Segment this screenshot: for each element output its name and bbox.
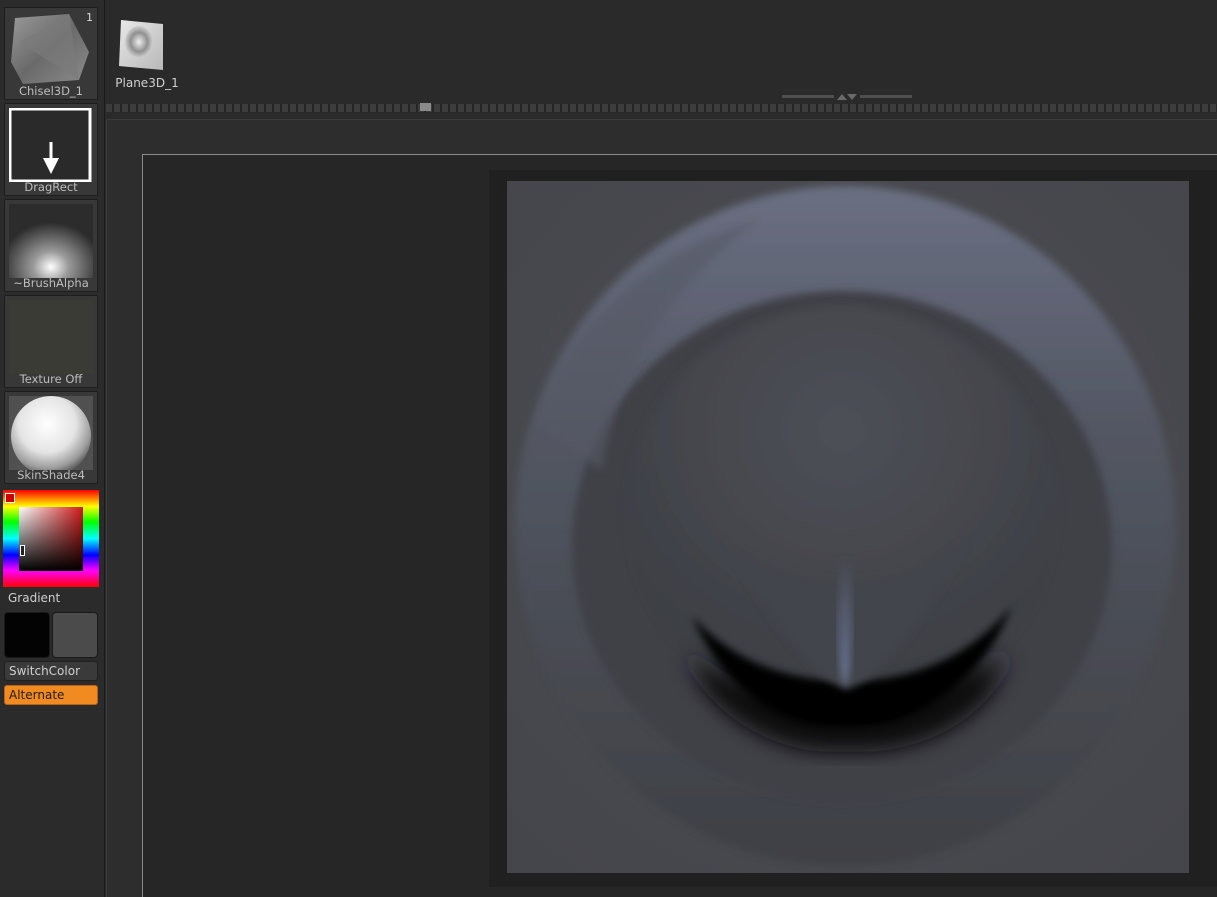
brush-alpha-icon — [9, 204, 93, 278]
gradient-toggle[interactable]: Gradient — [4, 589, 98, 609]
main-color-swatch[interactable] — [4, 612, 50, 658]
shelf-handle[interactable] — [420, 103, 431, 111]
collapse-arrows-icon — [837, 94, 857, 100]
texture-slot[interactable]: Texture Off — [4, 295, 98, 388]
splitter-grip[interactable] — [782, 93, 912, 100]
texture-off-swatch — [9, 300, 93, 374]
hue-marker[interactable] — [5, 493, 15, 503]
chisel-render-image — [507, 181, 1189, 873]
switch-color-button[interactable]: SwitchColor — [4, 661, 98, 681]
tool-count-badge: 1 — [86, 11, 93, 24]
shelf-divider[interactable] — [106, 104, 1217, 112]
secondary-color-swatch[interactable] — [52, 612, 98, 658]
dragrect-stroke-icon — [9, 108, 92, 182]
left-tool-panel: 1 Chisel3D_1 DragRect ~BrushAlpha Textur… — [0, 0, 105, 897]
brush-label: DragRect — [24, 180, 78, 194]
chisel3d-tool-icon — [11, 14, 89, 84]
current-tool-label: Chisel3D_1 — [18, 84, 83, 98]
alternate-button[interactable]: Alternate — [4, 685, 98, 705]
alpha-label: ~BrushAlpha — [13, 276, 89, 290]
plane3d-subtool-icon[interactable] — [117, 18, 165, 72]
brush-slot[interactable]: DragRect — [4, 103, 98, 196]
current-tool-slot[interactable]: 1 Chisel3D_1 — [4, 7, 98, 100]
saturation-cursor[interactable] — [20, 545, 25, 556]
sculpt-render[interactable] — [507, 181, 1189, 873]
plane3d-subtool-label: Plane3D_1 — [115, 76, 179, 90]
material-slot[interactable]: SkinShade4 — [4, 391, 98, 484]
texture-label: Texture Off — [19, 372, 83, 386]
skinshade-material-sphere-icon — [9, 396, 93, 470]
color-saturation-square[interactable] — [19, 507, 83, 571]
alpha-slot[interactable]: ~BrushAlpha — [4, 199, 98, 292]
material-label: SkinShade4 — [17, 468, 85, 482]
